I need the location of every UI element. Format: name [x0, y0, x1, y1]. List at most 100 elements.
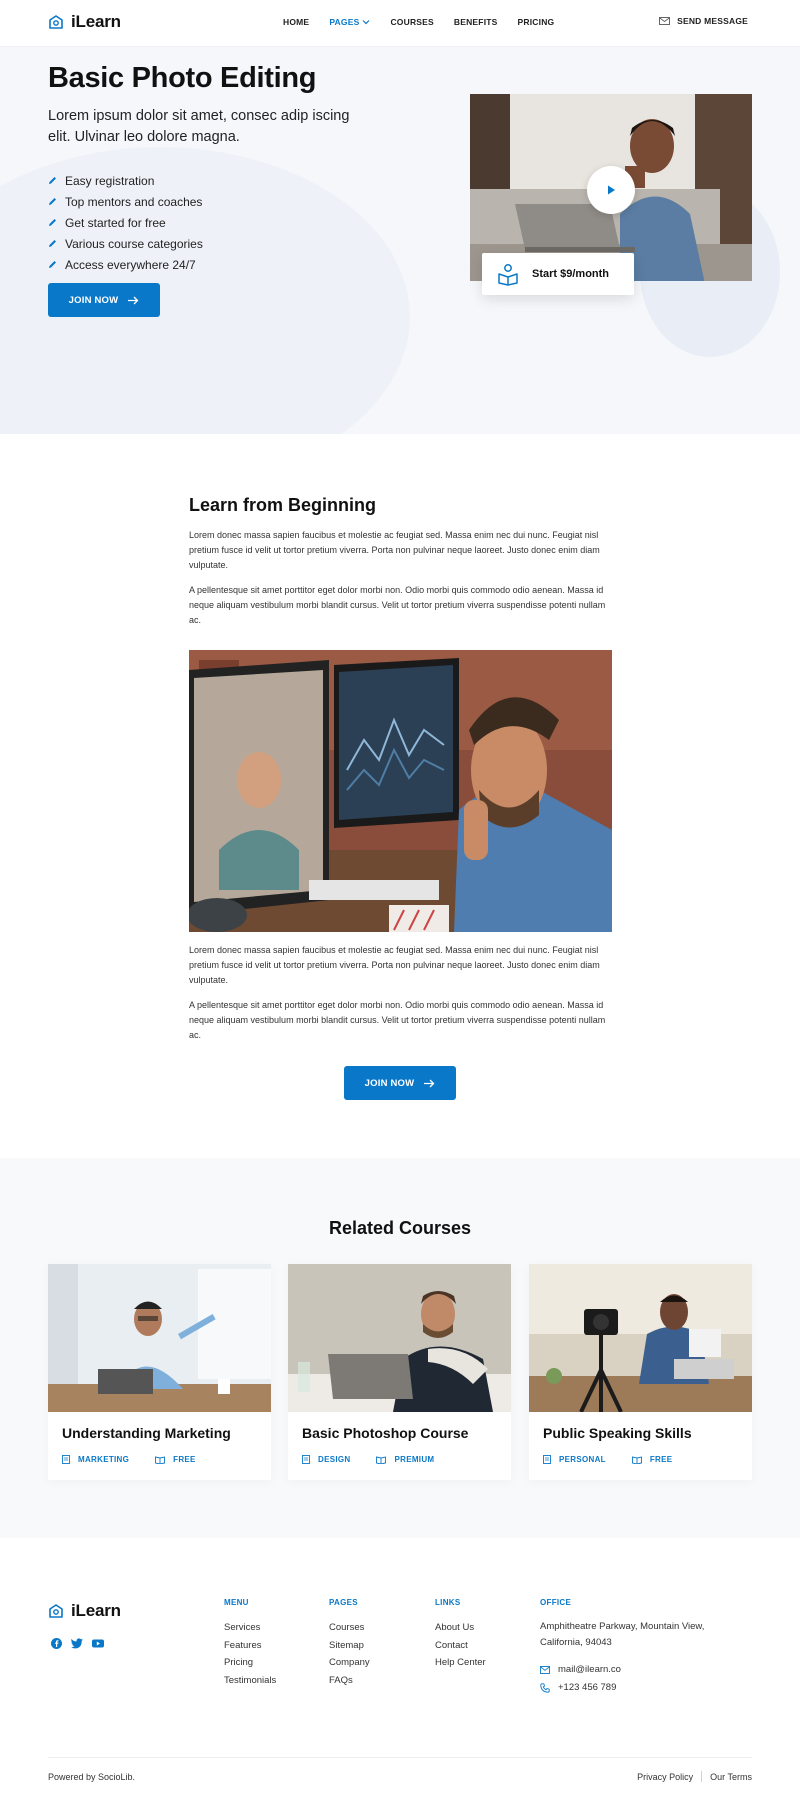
play-video-button[interactable] [587, 166, 635, 214]
hero-title: Basic Photo Editing [48, 62, 317, 94]
nav-courses-label: COURSES [390, 17, 434, 27]
category-label: MARKETING [78, 1455, 130, 1464]
pencil-icon [49, 219, 56, 226]
privacy-policy-link[interactable]: Privacy Policy [637, 1772, 693, 1782]
price-badge: Start $9/month [482, 253, 634, 295]
facebook-icon[interactable] [51, 1638, 62, 1649]
feature-item: Various course categories [48, 233, 203, 254]
footer-pages-column: PAGES Courses Sitemap Company FAQs [329, 1598, 370, 1689]
arrow-right-icon [128, 296, 139, 304]
footer-column-heading: PAGES [329, 1598, 358, 1607]
play-icon [608, 185, 615, 195]
category-tag[interactable]: PERSONAL [543, 1455, 606, 1464]
footer-link[interactable]: Help Center [435, 1654, 486, 1672]
phone-text: +123 456 789 [558, 1682, 617, 1693]
footer-link[interactable]: Features [224, 1637, 276, 1655]
nav-pricing-label: PRICING [517, 17, 555, 27]
footer-column-heading: OFFICE [540, 1598, 572, 1607]
feature-item: Top mentors and coaches [48, 191, 203, 212]
terms-link[interactable]: Our Terms [710, 1772, 752, 1782]
learn-paragraph: Lorem donec massa sapien faucibus et mol… [189, 945, 600, 985]
learn-join-button[interactable]: JOIN NOW [344, 1066, 456, 1100]
price-label: FREE [173, 1455, 196, 1464]
document-icon [302, 1455, 310, 1464]
reading-person-icon [498, 264, 518, 286]
nav-benefits[interactable]: BENEFITS [454, 17, 498, 27]
price-label: PREMIUM [394, 1455, 435, 1464]
learn-photo [189, 650, 612, 932]
footer-link[interactable]: Courses [329, 1619, 370, 1637]
footer-link[interactable]: About Us [435, 1619, 486, 1637]
brand-logo[interactable]: iLearn [48, 12, 121, 32]
footer-link[interactable]: Pricing [224, 1654, 276, 1672]
course-card[interactable]: Understanding Marketing MARKETING FREE [48, 1264, 271, 1480]
course-tags: MARKETING FREE [62, 1455, 196, 1464]
youtube-icon[interactable] [92, 1638, 104, 1649]
man-at-computer-photo [189, 650, 612, 932]
course-card[interactable]: Basic Photoshop Course DESIGN PREMIUM [288, 1264, 511, 1480]
office-address: Amphitheatre Parkway, Mountain View, Cal… [540, 1621, 705, 1648]
learn-paragraph: A pellentesque sit amet porttitor eget d… [189, 1000, 606, 1040]
pencil-icon [49, 198, 56, 205]
email-text: mail@ilearn.co [558, 1664, 621, 1675]
nav-pricing[interactable]: PRICING [518, 17, 555, 27]
send-message-link[interactable]: SEND MESSAGE [659, 16, 748, 26]
nav-courses[interactable]: COURSES [390, 17, 433, 27]
price-label: Start $9/month [532, 268, 610, 280]
footer-link[interactable]: Contact [435, 1637, 486, 1655]
join-button-label: JOIN NOW [68, 294, 119, 306]
legal-links: Privacy Policy Our Terms [637, 1771, 752, 1782]
feature-label: Access everywhere 24/7 [65, 257, 196, 272]
nav-home-label: HOME [283, 17, 310, 27]
course-card[interactable]: Public Speaking Skills PERSONAL FREE [529, 1264, 752, 1480]
course-title: Public Speaking Skills [543, 1425, 692, 1441]
course-tags: DESIGN PREMIUM [302, 1455, 434, 1464]
feature-label: Get started for free [65, 215, 166, 230]
footer-office-column: OFFICE Amphitheatre Parkway, Mountain Vi… [540, 1598, 730, 1697]
category-label: DESIGN [318, 1455, 351, 1464]
footer-link[interactable]: Sitemap [329, 1637, 370, 1655]
nav-benefits-label: BENEFITS [453, 17, 498, 27]
feature-item: Get started for free [48, 212, 203, 233]
footer-column-heading: MENU [224, 1598, 249, 1607]
pencil-icon [49, 261, 56, 268]
price-tag: FREE [155, 1455, 196, 1464]
twitter-icon[interactable] [71, 1638, 83, 1649]
footer-column-heading: LINKS [435, 1598, 461, 1607]
powered-by: Powered by SocioLib. [48, 1772, 136, 1782]
send-message-label: SEND MESSAGE [677, 16, 748, 26]
brand-name: iLearn [71, 12, 121, 31]
office-phone[interactable]: +123 456 789 [540, 1679, 730, 1697]
feature-label: Easy registration [65, 173, 155, 188]
price-tag: PREMIUM [376, 1455, 434, 1464]
footer-link[interactable]: FAQs [329, 1672, 370, 1690]
course-title: Basic Photoshop Course [302, 1425, 469, 1441]
book-icon [631, 1455, 642, 1464]
nav-home[interactable]: HOME [283, 17, 309, 27]
footer-brand-logo[interactable]: iLearn [48, 1601, 121, 1621]
learn-section-title: Learn from Beginning [189, 495, 377, 515]
footer-link[interactable]: Services [224, 1619, 276, 1637]
nav-pages-label: PAGES [329, 17, 360, 27]
course-image [529, 1264, 752, 1412]
link-separator [701, 1771, 703, 1782]
footer-brand-name: iLearn [71, 1601, 121, 1620]
pencil-icon [49, 177, 56, 184]
nav-pages[interactable]: PAGES [329, 17, 370, 27]
footer-links-column: LINKS About Us Contact Help Center [435, 1598, 486, 1672]
book-icon [376, 1455, 387, 1464]
footer-link[interactable]: Testimonials [224, 1672, 276, 1690]
arrow-right-icon [424, 1079, 435, 1087]
footer-link[interactable]: Company [329, 1654, 370, 1672]
logo-icon [49, 15, 63, 29]
office-email[interactable]: mail@ilearn.co [540, 1661, 730, 1679]
marketing-course-photo [48, 1264, 271, 1412]
category-tag[interactable]: MARKETING [62, 1455, 129, 1464]
course-image [48, 1264, 271, 1412]
social-links [51, 1638, 104, 1649]
hero-join-button[interactable]: JOIN NOW [48, 283, 160, 317]
photoshop-course-photo [288, 1264, 511, 1412]
feature-list: Easy registration Top mentors and coache… [48, 170, 203, 275]
category-tag[interactable]: DESIGN [302, 1455, 350, 1464]
mail-icon [540, 1666, 550, 1674]
